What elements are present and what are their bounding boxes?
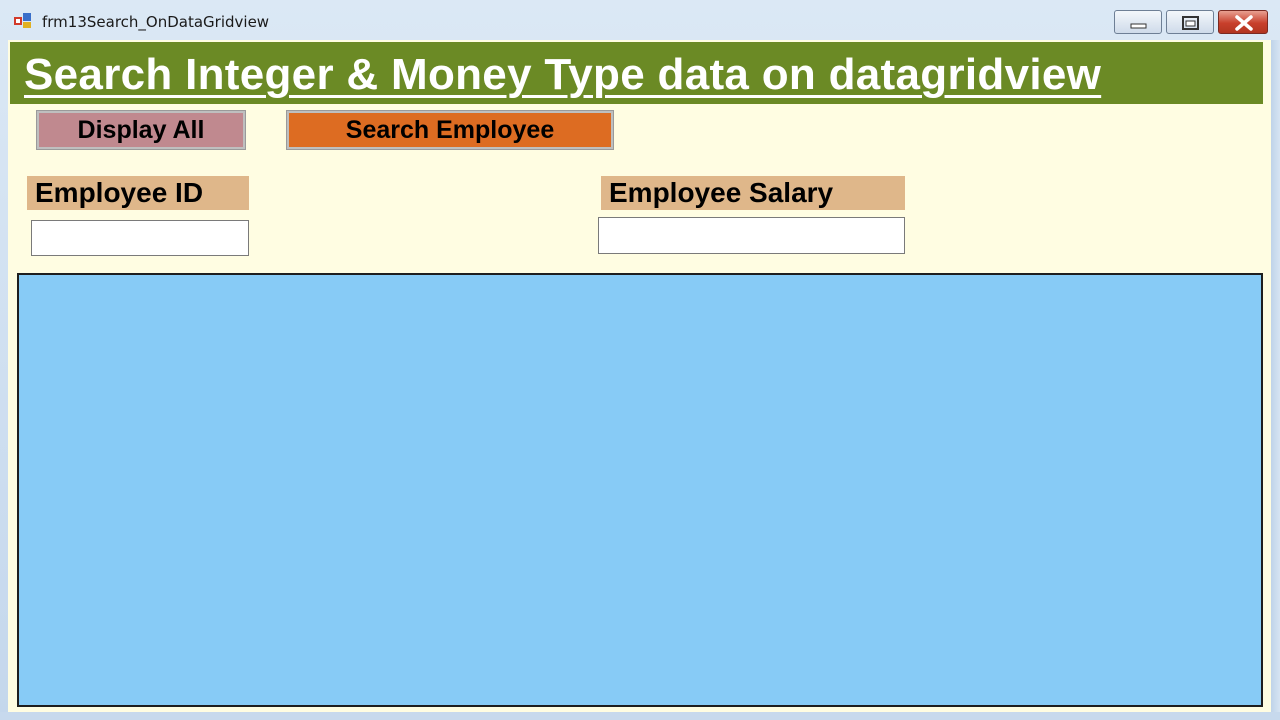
close-icon	[1235, 15, 1253, 31]
maximize-icon	[1182, 16, 1199, 30]
maximize-button[interactable]	[1166, 10, 1214, 34]
form-client-area: Search Integer & Money Type data on data…	[8, 40, 1271, 712]
title-bar[interactable]: frm13Search_OnDataGridview	[0, 0, 1280, 40]
employee-salary-label: Employee Salary	[601, 176, 905, 210]
header-banner: Search Integer & Money Type data on data…	[10, 42, 1263, 104]
window-right-border	[1271, 40, 1280, 720]
form-icon	[14, 13, 31, 28]
window-bottom-border	[0, 712, 1280, 720]
app-window: frm13Search_OnDataGridview Search Intege…	[0, 0, 1280, 720]
window-title: frm13Search_OnDataGridview	[42, 13, 270, 31]
minimize-button[interactable]	[1114, 10, 1162, 34]
employee-datagridview[interactable]	[17, 273, 1263, 707]
search-employee-button[interactable]: Search Employee	[286, 110, 614, 150]
employee-id-input[interactable]	[31, 220, 249, 256]
minimize-icon	[1130, 23, 1147, 29]
display-all-button[interactable]: Display All	[36, 110, 246, 150]
close-button[interactable]	[1218, 10, 1268, 34]
employee-salary-input[interactable]	[598, 217, 905, 254]
page-title: Search Integer & Money Type data on data…	[24, 50, 1102, 99]
employee-id-label: Employee ID	[27, 176, 249, 210]
